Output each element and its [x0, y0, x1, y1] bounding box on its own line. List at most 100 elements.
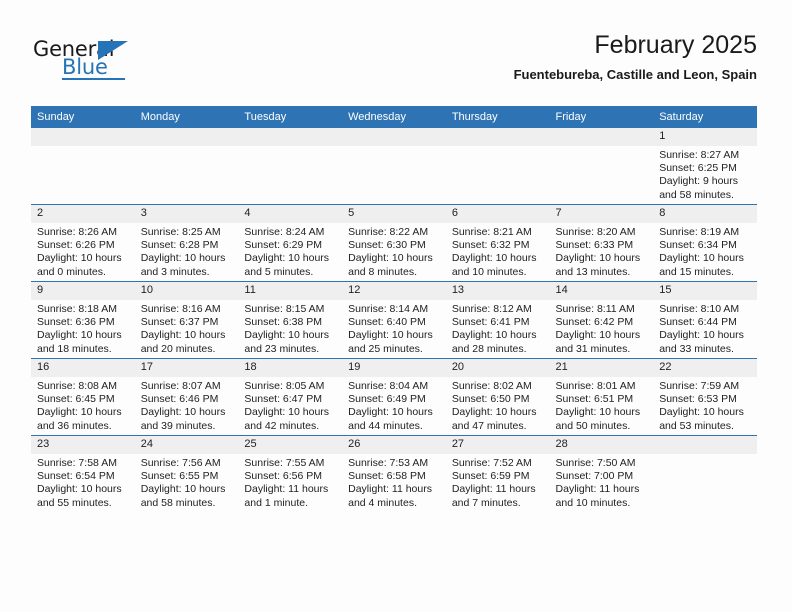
- day-number: 4: [238, 205, 343, 223]
- calendar-week-row: 2 Sunrise: 8:26 AM Sunset: 6:26 PM Dayli…: [31, 204, 757, 282]
- calendar-day-cell[interactable]: 11 Sunrise: 8:15 AM Sunset: 6:38 PM Dayl…: [238, 281, 343, 359]
- sunset-text: Sunset: 6:47 PM: [244, 393, 323, 406]
- day-details: Sunrise: 8:07 AM Sunset: 6:46 PM Dayligh…: [135, 377, 239, 433]
- day-details: Sunrise: 8:10 AM Sunset: 6:44 PM Dayligh…: [653, 300, 757, 356]
- calendar-day-cell[interactable]: 20 Sunrise: 8:02 AM Sunset: 6:50 PM Dayl…: [445, 358, 550, 436]
- day-number: 13: [445, 282, 550, 300]
- calendar-day-cell[interactable]: 25 Sunrise: 7:55 AM Sunset: 6:56 PM Dayl…: [238, 435, 343, 512]
- weekday-header-sunday: Sunday: [31, 106, 135, 128]
- day-number: 12: [342, 282, 446, 300]
- sunset-text: Sunset: 6:59 PM: [451, 470, 530, 483]
- sunset-text: Sunset: 6:54 PM: [37, 470, 115, 483]
- calendar-day-cell[interactable]: 16 Sunrise: 8:08 AM Sunset: 6:45 PM Dayl…: [31, 358, 135, 436]
- calendar-day-cell[interactable]: 4 Sunrise: 8:24 AM Sunset: 6:29 PM Dayli…: [238, 204, 343, 282]
- calendar-day-cell[interactable]: 14 Sunrise: 8:11 AM Sunset: 6:42 PM Dayl…: [549, 281, 654, 359]
- sunset-text: Sunset: 6:32 PM: [451, 239, 530, 252]
- day-number: [238, 128, 343, 146]
- logo-text-blue: Blue: [62, 55, 125, 80]
- sunset-text: Sunset: 7:00 PM: [555, 470, 634, 483]
- calendar-day-cell[interactable]: 18 Sunrise: 8:05 AM Sunset: 6:47 PM Dayl…: [238, 358, 343, 436]
- sunrise-text: Sunrise: 8:07 AM: [140, 380, 221, 392]
- calendar-day-cell[interactable]: 10 Sunrise: 8:16 AM Sunset: 6:37 PM Dayl…: [134, 281, 239, 359]
- day-details: Sunrise: 8:19 AM Sunset: 6:34 PM Dayligh…: [653, 223, 757, 279]
- sunrise-text: Sunrise: 8:14 AM: [348, 303, 429, 315]
- calendar-day-cell[interactable]: 23 Sunrise: 7:58 AM Sunset: 6:54 PM Dayl…: [31, 435, 135, 512]
- day-number: 18: [238, 359, 343, 377]
- calendar-day-cell[interactable]: 5 Sunrise: 8:22 AM Sunset: 6:30 PM Dayli…: [342, 204, 446, 282]
- daylight-text: Daylight: 9 hours and 58 minutes.: [659, 175, 739, 201]
- sunset-text: Sunset: 6:38 PM: [244, 316, 323, 329]
- calendar-day-cell[interactable]: 28 Sunrise: 7:50 AM Sunset: 7:00 PM Dayl…: [549, 435, 654, 512]
- day-number: [134, 128, 239, 146]
- calendar-day-cell[interactable]: 21 Sunrise: 8:01 AM Sunset: 6:51 PM Dayl…: [549, 358, 654, 436]
- sunrise-text: Sunrise: 8:20 AM: [555, 226, 636, 238]
- sunset-text: Sunset: 6:29 PM: [244, 239, 323, 252]
- calendar-day-cell[interactable]: [342, 128, 446, 205]
- sunset-text: Sunset: 6:40 PM: [348, 316, 426, 329]
- daylight-text: Daylight: 10 hours and 55 minutes.: [37, 483, 122, 509]
- daylight-text: Daylight: 10 hours and 8 minutes.: [348, 252, 433, 278]
- weekday-header-row: Sunday Monday Tuesday Wednesday Thursday…: [31, 106, 757, 128]
- sunset-text: Sunset: 6:28 PM: [140, 239, 219, 252]
- daylight-text: Daylight: 10 hours and 25 minutes.: [348, 329, 433, 355]
- calendar-day-cell[interactable]: 15 Sunrise: 8:10 AM Sunset: 6:44 PM Dayl…: [653, 281, 757, 359]
- calendar-day-cell[interactable]: 17 Sunrise: 8:07 AM Sunset: 6:46 PM Dayl…: [134, 358, 239, 436]
- daylight-text: Daylight: 11 hours and 4 minutes.: [348, 483, 432, 509]
- day-number: 15: [653, 282, 757, 300]
- sunset-text: Sunset: 6:25 PM: [659, 162, 737, 175]
- daylight-text: Daylight: 10 hours and 15 minutes.: [659, 252, 744, 278]
- calendar-day-cell[interactable]: 1 Sunrise: 8:27 AM Sunset: 6:25 PM Dayli…: [653, 128, 757, 205]
- calendar-day-cell[interactable]: [445, 128, 550, 205]
- day-number: 1: [653, 128, 757, 146]
- day-details: Sunrise: 8:24 AM Sunset: 6:29 PM Dayligh…: [238, 223, 342, 279]
- sunset-text: Sunset: 6:46 PM: [140, 393, 219, 406]
- calendar-day-cell[interactable]: 8 Sunrise: 8:19 AM Sunset: 6:34 PM Dayli…: [653, 204, 757, 282]
- sunrise-text: Sunrise: 7:55 AM: [244, 457, 325, 469]
- day-details: Sunrise: 8:05 AM Sunset: 6:47 PM Dayligh…: [238, 377, 342, 433]
- sunrise-text: Sunrise: 7:56 AM: [140, 457, 221, 469]
- calendar-day-cell[interactable]: 26 Sunrise: 7:53 AM Sunset: 6:58 PM Dayl…: [342, 435, 446, 512]
- sunrise-text: Sunrise: 8:16 AM: [140, 303, 221, 315]
- calendar-day-cell[interactable]: 19 Sunrise: 8:04 AM Sunset: 6:49 PM Dayl…: [342, 358, 446, 436]
- calendar-day-cell[interactable]: 24 Sunrise: 7:56 AM Sunset: 6:55 PM Dayl…: [134, 435, 239, 512]
- title-block: February 2025 Fuentebureba, Castille and…: [514, 30, 757, 83]
- daylight-text: Daylight: 10 hours and 36 minutes.: [37, 406, 122, 432]
- day-details: Sunrise: 7:50 AM Sunset: 7:00 PM Dayligh…: [550, 454, 654, 510]
- calendar-day-cell[interactable]: [134, 128, 239, 205]
- day-number: 8: [653, 205, 757, 223]
- calendar-day-cell[interactable]: [31, 128, 135, 205]
- calendar-day-cell[interactable]: 9 Sunrise: 8:18 AM Sunset: 6:36 PM Dayli…: [31, 281, 135, 359]
- calendar-day-cell[interactable]: 7 Sunrise: 8:20 AM Sunset: 6:33 PM Dayli…: [549, 204, 654, 282]
- calendar-page: General Blue February 2025 Fuentebureba,…: [0, 0, 792, 612]
- calendar-body: 1 Sunrise: 8:27 AM Sunset: 6:25 PM Dayli…: [31, 128, 757, 512]
- daylight-text: Daylight: 10 hours and 39 minutes.: [140, 406, 226, 432]
- day-number: 2: [31, 205, 135, 223]
- calendar-day-cell[interactable]: [653, 435, 757, 512]
- calendar-day-cell[interactable]: [549, 128, 654, 205]
- weekday-header-monday: Monday: [134, 106, 239, 128]
- day-details: Sunrise: 8:02 AM Sunset: 6:50 PM Dayligh…: [446, 377, 550, 433]
- calendar-day-cell[interactable]: 2 Sunrise: 8:26 AM Sunset: 6:26 PM Dayli…: [31, 204, 135, 282]
- sunrise-text: Sunrise: 8:22 AM: [348, 226, 429, 238]
- sunrise-text: Sunrise: 7:53 AM: [348, 457, 429, 469]
- day-details: Sunrise: 8:12 AM Sunset: 6:41 PM Dayligh…: [446, 300, 550, 356]
- calendar-day-cell[interactable]: 6 Sunrise: 8:21 AM Sunset: 6:32 PM Dayli…: [445, 204, 550, 282]
- sunrise-text: Sunrise: 8:27 AM: [659, 149, 740, 161]
- sunset-text: Sunset: 6:37 PM: [140, 316, 219, 329]
- weekday-header-wednesday: Wednesday: [342, 106, 446, 128]
- calendar-day-cell[interactable]: 13 Sunrise: 8:12 AM Sunset: 6:41 PM Dayl…: [445, 281, 550, 359]
- calendar-day-cell[interactable]: 27 Sunrise: 7:52 AM Sunset: 6:59 PM Dayl…: [445, 435, 550, 512]
- calendar-day-cell[interactable]: 12 Sunrise: 8:14 AM Sunset: 6:40 PM Dayl…: [342, 281, 446, 359]
- calendar-day-cell[interactable]: [238, 128, 343, 205]
- daylight-text: Daylight: 10 hours and 3 minutes.: [140, 252, 226, 278]
- day-number: 5: [342, 205, 446, 223]
- calendar-day-cell[interactable]: 22 Sunrise: 7:59 AM Sunset: 6:53 PM Dayl…: [653, 358, 757, 436]
- day-number: [31, 128, 135, 146]
- day-number: [549, 128, 654, 146]
- day-details: Sunrise: 8:11 AM Sunset: 6:42 PM Dayligh…: [550, 300, 654, 356]
- day-number: 20: [445, 359, 550, 377]
- sunset-text: Sunset: 6:50 PM: [451, 393, 530, 406]
- calendar-day-cell[interactable]: 3 Sunrise: 8:25 AM Sunset: 6:28 PM Dayli…: [134, 204, 239, 282]
- day-details: Sunrise: 8:08 AM Sunset: 6:45 PM Dayligh…: [31, 377, 135, 433]
- day-number: 27: [445, 436, 550, 454]
